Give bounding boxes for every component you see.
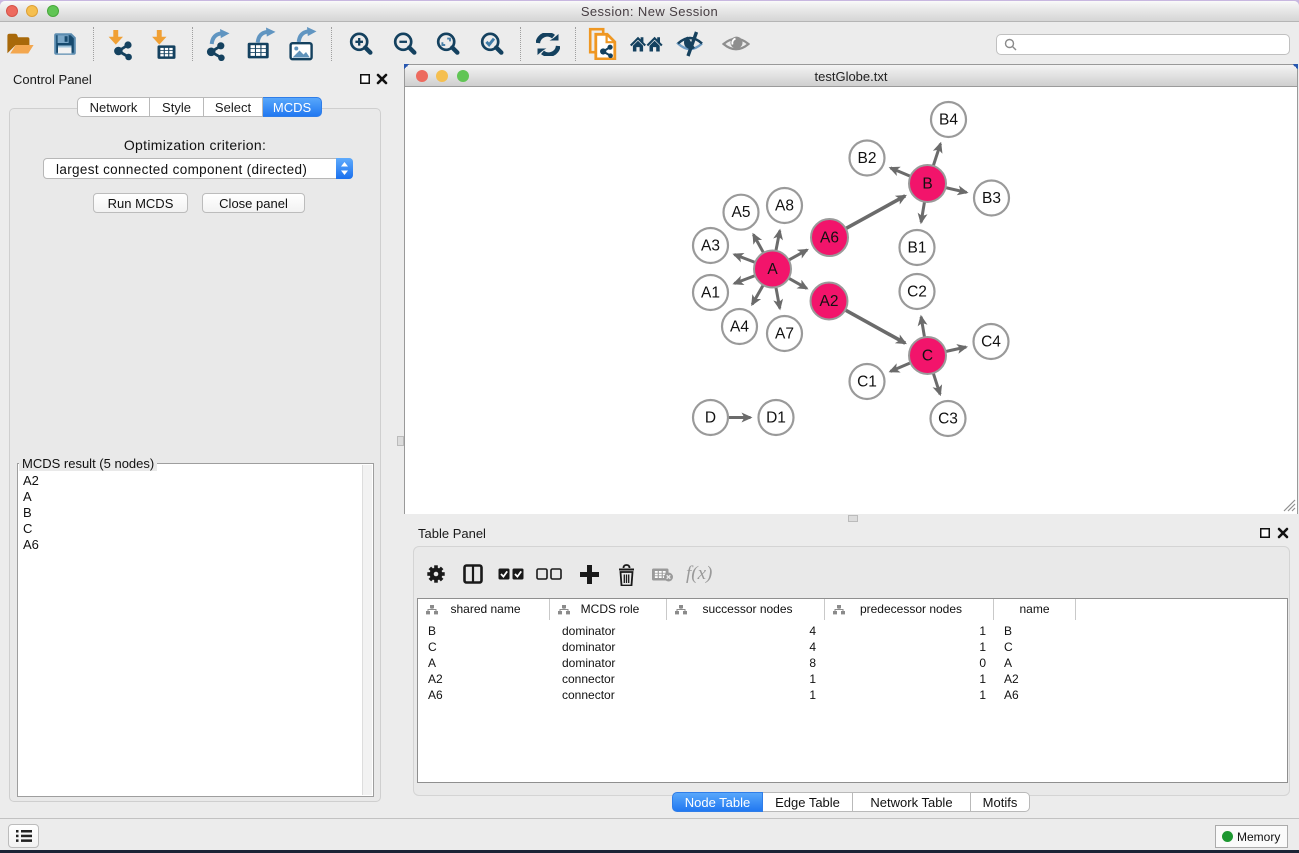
svg-text:A: A [767,261,778,278]
svg-text:D: D [705,410,716,427]
svg-text:A1: A1 [701,285,720,302]
svg-text:A8: A8 [775,198,794,215]
svg-text:A4: A4 [730,319,749,336]
svg-text:B3: B3 [982,190,1001,207]
svg-text:f(x): f(x) [686,563,712,584]
svg-text:C: C [922,348,933,365]
svg-text:A7: A7 [775,326,794,343]
svg-text:A3: A3 [701,238,720,255]
svg-text:B4: B4 [939,112,958,129]
svg-text:A6: A6 [820,230,839,247]
svg-text:C4: C4 [981,334,1001,351]
svg-text:D1: D1 [766,410,786,427]
svg-text:C2: C2 [907,284,927,301]
svg-text:B1: B1 [908,240,927,257]
svg-text:C3: C3 [938,411,958,428]
svg-text:A5: A5 [732,204,751,221]
svg-text:B: B [922,176,932,193]
svg-text:C1: C1 [857,374,877,391]
svg-text:B2: B2 [858,150,877,167]
svg-text:A2: A2 [820,293,839,310]
